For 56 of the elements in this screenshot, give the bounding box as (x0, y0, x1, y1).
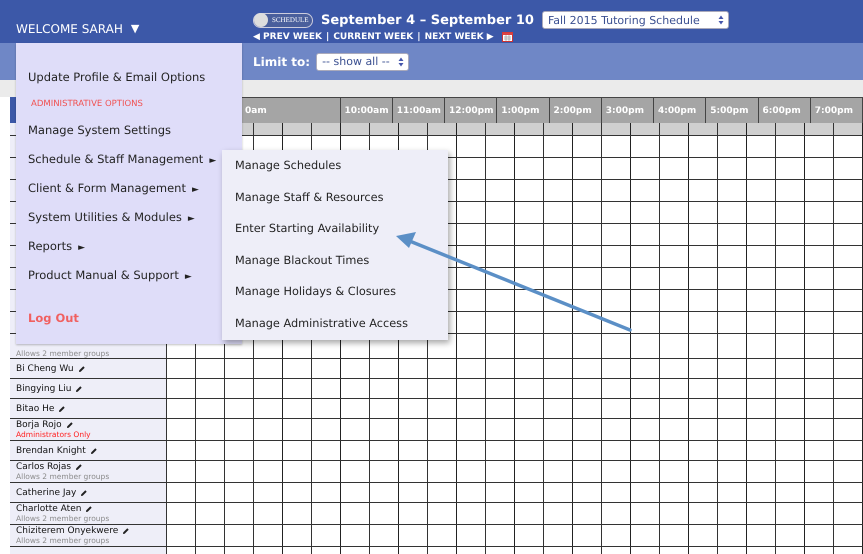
menu-item[interactable]: System Utilities & Modules ► (28, 210, 195, 224)
pencil-icon[interactable] (66, 421, 73, 429)
time-header: 4:00pm (654, 97, 706, 123)
pencil-icon[interactable] (75, 384, 82, 392)
submenu-item[interactable]: Manage Schedules (222, 159, 448, 191)
staff-name[interactable]: Charlotte Aten (16, 504, 82, 514)
staff-name[interactable]: Chiziterem Onyekwere (16, 526, 118, 536)
schedule-select[interactable]: Fall 2015 Tutoring Schedule (542, 11, 729, 29)
submenu-item[interactable]: Manage Administrative Access (222, 316, 448, 349)
submenu-item[interactable]: Manage Blackout Times (222, 254, 448, 286)
pencil-icon[interactable] (85, 505, 92, 513)
time-header: 12:00pm (445, 97, 498, 123)
staff-name[interactable]: Catherine Jay (16, 488, 76, 498)
time-header: 10:00am (340, 97, 393, 123)
staff-name[interactable]: Bitao He (16, 404, 54, 414)
pencil-icon[interactable] (122, 527, 130, 535)
pencil-icon[interactable] (80, 488, 88, 496)
time-header: 2:00pm (550, 97, 602, 123)
submenu-item[interactable]: Manage Holidays & Closures (222, 285, 448, 317)
time-header: 6:00pm (758, 97, 811, 123)
time-header: 3:00pm (602, 97, 654, 123)
welcome-menu[interactable]: WELCOME SARAH (16, 22, 123, 36)
menu-item[interactable]: Product Manual & Support ► (28, 268, 192, 282)
staff-name[interactable]: Brendan Knight (16, 446, 86, 456)
menu-item[interactable]: Reports ► (28, 239, 86, 253)
pencil-icon[interactable] (90, 446, 97, 454)
week-link[interactable]: ◀ PREV WEEK (253, 32, 322, 42)
submenu-item[interactable]: Enter Starting Availability (222, 222, 448, 254)
menu-item[interactable]: Client & Form Management ► (28, 181, 199, 195)
separator: | (326, 32, 330, 42)
caret-icon[interactable]: ▼ (130, 22, 140, 35)
spinner-icon (718, 15, 724, 25)
pencil-icon[interactable] (78, 364, 85, 372)
menu-item[interactable]: Manage System Settings (28, 123, 172, 137)
staff-name[interactable]: Borja Rojo (16, 420, 62, 430)
separator: | (417, 32, 421, 42)
menu-heading: ADMINISTRATIVE OPTIONS (30, 99, 144, 111)
date-range: September 4 – September 10 (321, 12, 534, 28)
staff-name[interactable]: Bingying Liu (16, 384, 72, 394)
filter-select[interactable]: -- show all -- (316, 52, 410, 70)
pencil-icon[interactable] (58, 404, 66, 412)
submenu-item[interactable]: Manage Staff & Resources (222, 190, 448, 222)
staff-name[interactable]: Bi Cheng Wu (16, 364, 74, 374)
staff-name[interactable]: Carlos Rojas (16, 462, 72, 472)
time-header: 1:00pm (497, 97, 550, 123)
spinner-icon (398, 56, 404, 66)
time-header: 5:00pm (706, 97, 758, 123)
time-header: 11:00am (392, 97, 445, 123)
menu-item[interactable]: Update Profile & Email Options (28, 70, 206, 84)
menu-item[interactable]: Schedule & Staff Management ► (28, 152, 216, 166)
filter-label: Limit to: (253, 54, 310, 68)
time-header: 7:00pm (810, 97, 863, 123)
week-link[interactable]: NEXT WEEK ▶ (424, 32, 494, 42)
week-link[interactable]: CURRENT WEEK (333, 32, 414, 42)
pencil-icon[interactable] (75, 463, 82, 471)
calendar-icon[interactable] (502, 32, 513, 42)
